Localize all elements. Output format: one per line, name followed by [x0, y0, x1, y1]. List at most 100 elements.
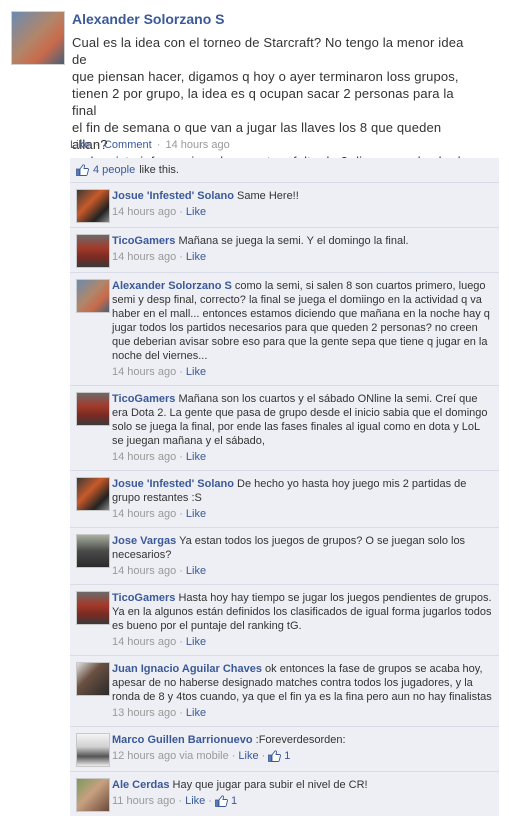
commenter-avatar[interactable] — [76, 279, 110, 313]
likes-summary: 4 people like this. — [70, 158, 499, 183]
comment-text: como la semi, si salen 8 son cuartos pri… — [112, 280, 490, 362]
comment-author[interactable]: TicoGamers — [112, 592, 175, 604]
comment-meta: 12 hours ago via mobile · Like · 1 — [112, 749, 493, 763]
separator-dot: · — [179, 636, 183, 648]
comment-time[interactable]: 14 hours ago — [112, 507, 176, 521]
comment-item: Juan Ignacio Aguilar Chaves ok entonces … — [70, 656, 499, 727]
comment-meta: 14 hours ago · Like — [112, 564, 493, 578]
comment-like-link[interactable]: Like — [186, 507, 206, 521]
comment-time[interactable]: 14 hours ago — [112, 450, 176, 464]
separator-dot: · — [179, 251, 183, 263]
comment-time[interactable]: 14 hours ago — [112, 635, 176, 649]
post-actions: Like · Comment · 14 hours ago — [70, 139, 230, 151]
comment-author[interactable]: TicoGamers — [112, 235, 175, 247]
commenter-avatar[interactable] — [76, 534, 110, 568]
comment-meta: 11 hours ago · Like · 1 — [112, 794, 493, 808]
comment-author[interactable]: Josue 'Infested' Solano — [112, 478, 234, 490]
comment-like-link[interactable]: Like — [186, 564, 206, 578]
comment-meta: 13 hours ago · Like — [112, 706, 493, 720]
comment-meta: 14 hours ago · Like — [112, 635, 493, 649]
comment-content: Jose Vargas Ya estan todos los juegos de… — [112, 534, 493, 562]
comment-author[interactable]: Marco Guillen Barrionuevo — [112, 734, 253, 746]
post-author-avatar[interactable] — [11, 11, 65, 65]
commenter-avatar[interactable] — [76, 189, 110, 223]
comment-content: TicoGamers Mañana se juega la semi. Y el… — [112, 234, 493, 248]
commenter-avatar[interactable] — [76, 662, 110, 696]
comment-like-link[interactable]: Like — [186, 635, 206, 649]
comment-content: Josue 'Infested' Solano De hecho yo hast… — [112, 477, 493, 505]
comment-item: Josue 'Infested' Solano De hecho yo hast… — [70, 471, 499, 528]
separator-dot: · — [179, 707, 183, 719]
comment-like-count[interactable]: 1 — [284, 749, 290, 763]
post-author-name[interactable]: Alexander Solorzano S — [72, 11, 224, 27]
comment-author[interactable]: Jose Vargas — [112, 535, 176, 547]
separator-dot: · — [179, 366, 183, 378]
separator-dot: · — [208, 795, 212, 807]
commenter-avatar[interactable] — [76, 733, 110, 767]
comment-meta: 14 hours ago · Like — [112, 250, 493, 264]
separator-dot: · — [95, 139, 99, 151]
commenter-avatar[interactable] — [76, 392, 110, 426]
comment-like-link[interactable]: Like — [186, 205, 206, 219]
comment-content: Juan Ignacio Aguilar Chaves ok entonces … — [112, 662, 493, 704]
thumbs-up-icon[interactable] — [268, 750, 282, 762]
comment-item: Ale Cerdas Hay que jugar para subir el n… — [70, 772, 499, 816]
comment-content: TicoGamers Hasta hoy hay tiempo se jugar… — [112, 591, 493, 633]
separator-dot: · — [179, 206, 183, 218]
thumbs-up-icon — [76, 164, 89, 176]
comment-time[interactable]: 11 hours ago — [112, 794, 175, 808]
commenter-avatar[interactable] — [76, 778, 110, 812]
comment-content: Ale Cerdas Hay que jugar para subir el n… — [112, 778, 493, 792]
commenter-avatar[interactable] — [76, 234, 110, 268]
comment-item: Marco Guillen Barrionuevo :Foreverdesord… — [70, 727, 499, 772]
comment-like-link[interactable]: Like — [186, 365, 206, 379]
separator-dot: · — [179, 565, 183, 577]
comment-like-count[interactable]: 1 — [231, 794, 237, 808]
comment-like-link[interactable]: Like — [238, 749, 258, 763]
likes-count-link[interactable]: 4 people — [93, 158, 135, 182]
comment-meta: 14 hours ago · Like — [112, 365, 493, 379]
comment-author[interactable]: TicoGamers — [112, 393, 175, 405]
comment-like-link[interactable]: Like — [186, 250, 206, 264]
comment-content: TicoGamers Mañana son los cuartos y el s… — [112, 392, 493, 448]
comment-item: Josue 'Infested' Solano Same Here!! 14 h… — [70, 183, 499, 228]
comment-like-link[interactable]: Like — [185, 794, 205, 808]
comment-author[interactable]: Josue 'Infested' Solano — [112, 190, 234, 202]
commenter-avatar[interactable] — [76, 591, 110, 625]
comment-like-link[interactable]: Like — [186, 706, 206, 720]
comment-time[interactable]: 12 hours ago — [112, 749, 176, 763]
comment-author[interactable]: Juan Ignacio Aguilar Chaves — [112, 663, 262, 675]
comment-time[interactable]: 13 hours ago — [112, 706, 176, 720]
comment-time[interactable]: 14 hours ago — [112, 205, 176, 219]
comment-meta: 14 hours ago · Like — [112, 507, 493, 521]
separator-dot: · — [178, 795, 183, 807]
comment-meta: 14 hours ago · Like — [112, 450, 493, 464]
post-comment-link[interactable]: Comment — [104, 139, 152, 151]
post-timestamp[interactable]: 14 hours ago — [165, 139, 229, 151]
post-like-link[interactable]: Like — [70, 139, 90, 151]
comment-item: Jose Vargas Ya estan todos los juegos de… — [70, 528, 499, 585]
comment-time[interactable]: 14 hours ago — [112, 564, 176, 578]
comment-item: TicoGamers Hasta hoy hay tiempo se jugar… — [70, 585, 499, 656]
commenter-avatar[interactable] — [76, 477, 110, 511]
separator-dot: · — [156, 139, 161, 151]
comment-item: Alexander Solorzano S como la semi, si s… — [70, 273, 499, 386]
thumbs-up-icon[interactable] — [215, 795, 228, 807]
likes-suffix: like this. — [139, 164, 179, 176]
comment-content: Josue 'Infested' Solano Same Here!! — [112, 189, 493, 203]
comment-author[interactable]: Ale Cerdas — [112, 779, 169, 791]
separator-dot: · — [231, 750, 236, 762]
comment-item: TicoGamers Mañana se juega la semi. Y el… — [70, 228, 499, 273]
comment-via: via mobile — [179, 750, 229, 762]
comment-text: :Foreverdesorden: — [255, 734, 346, 746]
comment-author[interactable]: Alexander Solorzano S — [112, 280, 232, 292]
comment-text: Mañana se juega la semi. Y el domingo la… — [178, 235, 409, 247]
comment-time[interactable]: 14 hours ago — [112, 365, 176, 379]
comment-like-link[interactable]: Like — [186, 450, 206, 464]
comment-time[interactable]: 14 hours ago — [112, 250, 176, 264]
comment-meta: 14 hours ago · Like — [112, 205, 493, 219]
comment-text: Hay que jugar para subir el nivel de CR! — [172, 779, 368, 791]
comment-item: TicoGamers Mañana son los cuartos y el s… — [70, 386, 499, 471]
comment-text: Same Here!! — [237, 190, 299, 202]
comment-content: Marco Guillen Barrionuevo :Foreverdesord… — [112, 733, 493, 747]
